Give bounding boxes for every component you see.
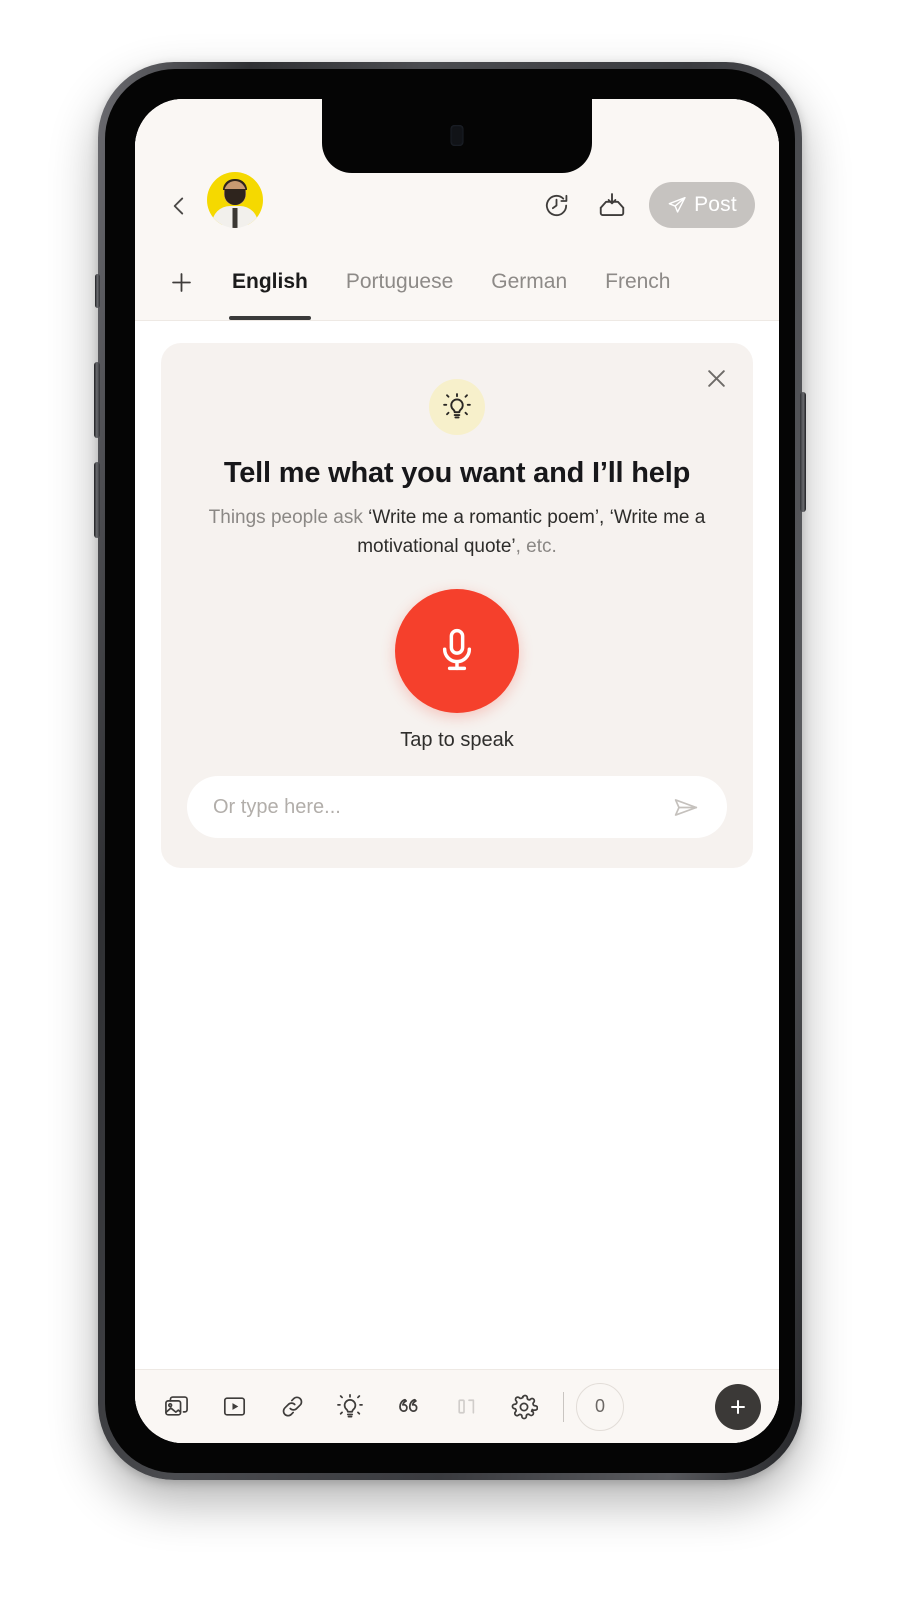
plus-icon: [727, 1396, 749, 1418]
screenshot-root: Post English Portuguese German French Te…: [0, 0, 900, 1599]
bottom-toolbar: 0: [135, 1369, 779, 1443]
video-icon: [221, 1393, 248, 1420]
text-format-button[interactable]: [443, 1384, 489, 1430]
tab-english[interactable]: English: [213, 244, 327, 320]
card-subtitle: Things people ask ‘Write me a romantic p…: [187, 504, 727, 561]
lightbulb-icon: [442, 392, 472, 422]
chevron-left-icon: [166, 193, 192, 219]
device-notch: [322, 99, 592, 173]
character-count-chip[interactable]: 0: [576, 1382, 624, 1431]
volume-up-button[interactable]: [94, 362, 100, 438]
subtitle-example-1: ‘Write me a romantic poem’,: [368, 507, 605, 528]
gallery-icon: [163, 1393, 190, 1420]
post-button[interactable]: Post: [649, 182, 755, 228]
close-icon: [703, 365, 730, 392]
mute-switch[interactable]: [95, 274, 100, 308]
settings-gear-icon: [510, 1393, 538, 1421]
video-button[interactable]: [211, 1384, 257, 1430]
tab-french[interactable]: French: [586, 244, 689, 320]
add-language-button[interactable]: [157, 258, 205, 306]
link-button[interactable]: [269, 1384, 315, 1430]
app-container: Post English Portuguese German French Te…: [135, 99, 779, 1443]
assistant-prompt-card: Tell me what you want and I’ll help Thin…: [161, 343, 753, 868]
microphone-label: Tap to speak: [400, 729, 514, 751]
link-icon: [279, 1393, 306, 1420]
text-format-icon: [454, 1394, 479, 1419]
tab-list: English Portuguese German French: [213, 244, 689, 320]
post-button-label: Post: [694, 193, 737, 216]
idea-button[interactable]: [327, 1384, 373, 1430]
toolbar-divider: [563, 1391, 564, 1422]
tab-portuguese[interactable]: Portuguese: [327, 244, 472, 320]
card-title: Tell me what you want and I’ll help: [223, 457, 691, 489]
tab-german[interactable]: German: [472, 244, 586, 320]
settings-button[interactable]: [501, 1384, 547, 1430]
phone-screen: Post English Portuguese German French Te…: [135, 99, 779, 1443]
main-content: Tell me what you want and I’ll help Thin…: [135, 321, 779, 1369]
count-value: 0: [594, 1396, 605, 1416]
tab-label: German: [491, 270, 568, 293]
paper-plane-icon: [667, 195, 687, 215]
microphone-icon: [431, 625, 483, 677]
power-button[interactable]: [800, 392, 806, 512]
phone-bezel: Post English Portuguese German French Te…: [105, 69, 795, 1473]
clock-restore-icon: [542, 191, 571, 220]
quote-icon: [393, 1392, 423, 1422]
tab-label: English: [232, 270, 308, 293]
inbox-download-button[interactable]: [589, 182, 635, 228]
microphone-button[interactable]: [395, 589, 519, 713]
lightbulb-icon: [336, 1393, 364, 1421]
subtitle-tail: , etc.: [515, 535, 557, 557]
quote-button[interactable]: [385, 1384, 431, 1430]
idea-badge: [429, 379, 485, 435]
add-post-button[interactable]: [715, 1383, 761, 1430]
back-button[interactable]: [157, 184, 201, 228]
plus-icon: [168, 269, 195, 296]
language-tab-bar: English Portuguese German French: [135, 244, 779, 321]
history-button[interactable]: [533, 182, 579, 228]
send-button[interactable]: [665, 787, 705, 827]
inbox-download-icon: [597, 190, 627, 220]
tab-label: French: [605, 270, 671, 293]
tab-label: Portuguese: [345, 270, 454, 293]
text-input-row: [187, 776, 727, 838]
send-icon: [672, 794, 699, 821]
gallery-button[interactable]: [153, 1384, 199, 1430]
subtitle-lead: Things people ask: [208, 507, 369, 528]
volume-down-button[interactable]: [94, 462, 100, 538]
avatar[interactable]: [207, 172, 263, 228]
phone-device-frame: Post English Portuguese German French Te…: [94, 62, 806, 1480]
earpiece-speaker-icon: [450, 125, 464, 146]
prompt-input[interactable]: [213, 795, 665, 819]
avatar-tie: [232, 208, 238, 228]
close-card-button[interactable]: [695, 357, 737, 399]
